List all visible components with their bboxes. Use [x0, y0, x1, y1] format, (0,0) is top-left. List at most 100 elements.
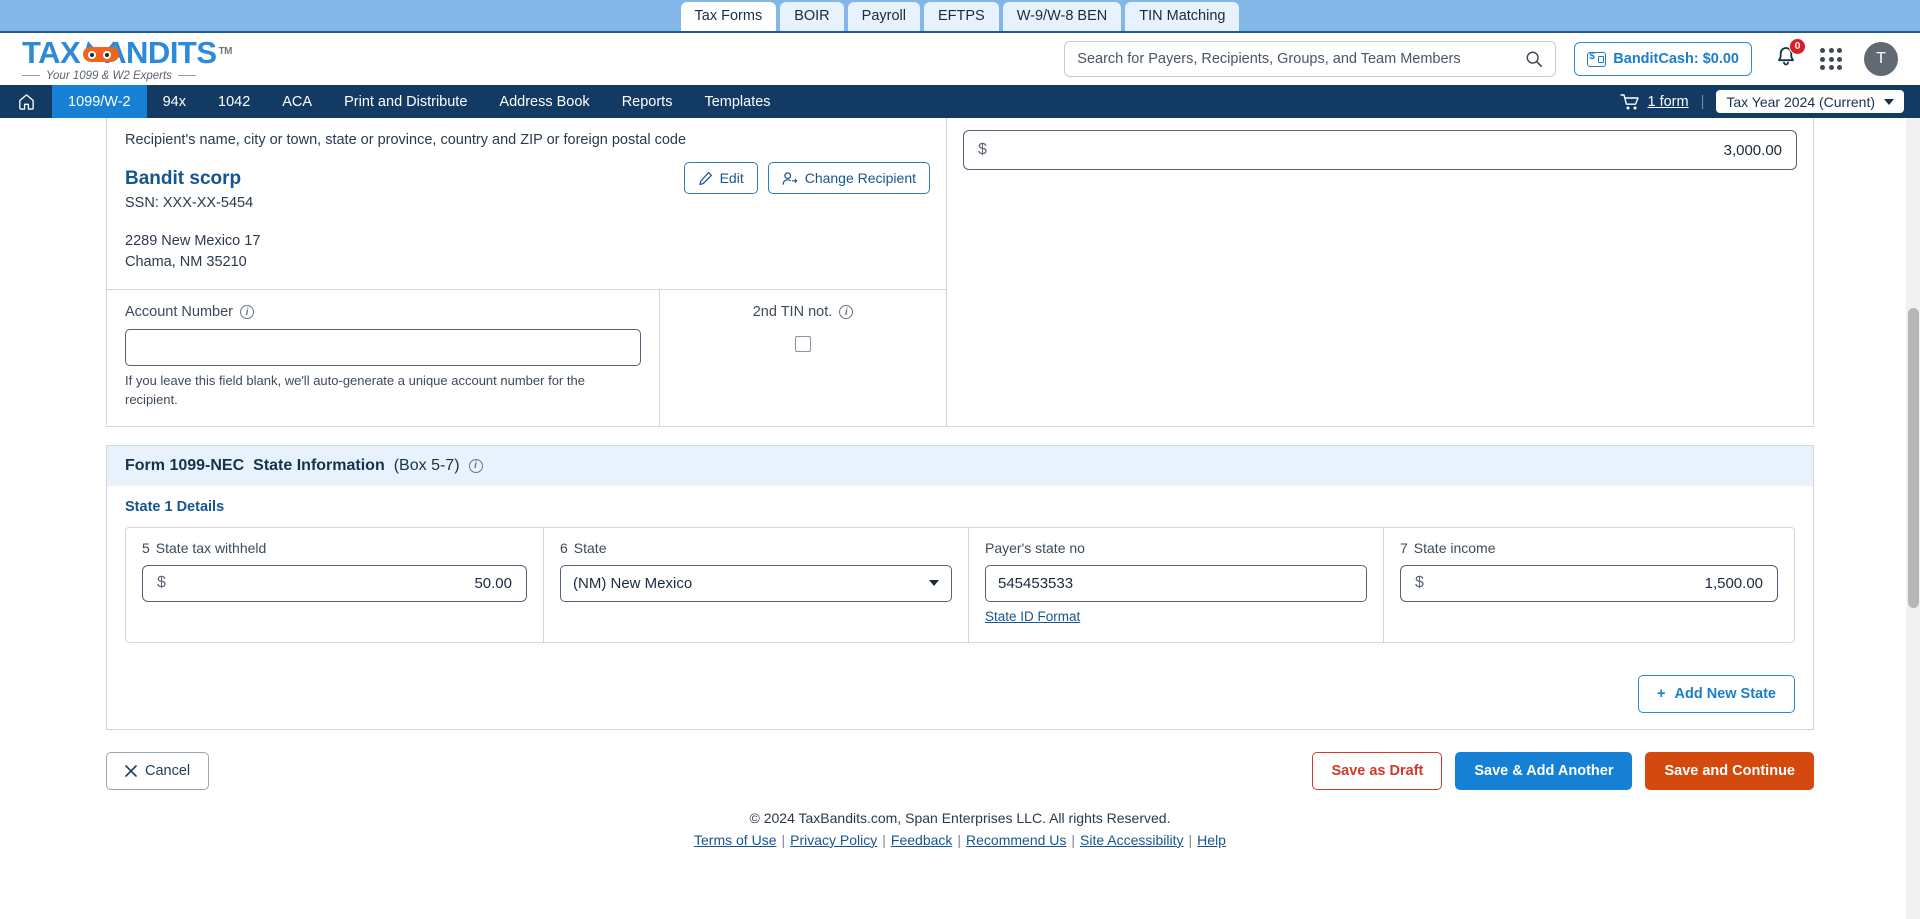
second-tin-cell: 2nd TIN not. i	[660, 290, 946, 426]
second-tin-label: 2nd TIN not.	[752, 304, 833, 321]
notifications-button[interactable]: 0	[1774, 37, 1806, 74]
nav-item-1042[interactable]: 1042	[202, 85, 266, 118]
search-input[interactable]	[1077, 51, 1526, 67]
avatar[interactable]: T	[1864, 42, 1898, 76]
state-tax-withheld-input-wrap[interactable]: $	[142, 564, 527, 602]
nav-item-reports[interactable]: Reports	[606, 85, 689, 118]
taxbandits-logo[interactable]: TAX ANDITS TM Your 1099 & W2 Experts	[22, 34, 233, 82]
state-header-box: (Box 5-7)	[393, 456, 460, 474]
apps-grid-icon[interactable]	[1820, 48, 1842, 70]
recipient-ssn: SSN: XXX-XX-5454	[125, 195, 254, 211]
page-footer: © 2024 TaxBandits.com, Span Enterprises …	[106, 790, 1814, 858]
state-income-input[interactable]	[1423, 574, 1763, 592]
nav-item-print-and-distribute[interactable]: Print and Distribute	[328, 85, 483, 118]
form-content: Recipient's name, city or town, state or…	[0, 118, 1920, 858]
cart-icon[interactable]	[1620, 93, 1640, 111]
state-header-form: Form 1099-NEC	[125, 456, 245, 474]
add-new-state-button[interactable]: + Add New State	[1638, 674, 1795, 713]
form-action-bar: Cancel Save as Draft Save & Add Another …	[106, 730, 1814, 790]
product-tab-eftps[interactable]: EFTPS	[923, 1, 999, 31]
logo-text-tax: TAX	[22, 34, 81, 70]
second-tin-checkbox[interactable]	[795, 336, 811, 353]
footer-link-terms-of-use[interactable]: Terms of Use	[694, 832, 776, 848]
product-tab-tax-forms[interactable]: Tax Forms	[680, 1, 777, 31]
payer-state-no-cell: Payer's state no State ID Format	[969, 527, 1384, 642]
state-tax-withheld-text: State tax withheld	[155, 539, 267, 556]
product-tab-strip: Tax Forms BOIR Payroll EFTPS W-9/W-8 BEN…	[0, 0, 1920, 33]
state-details-row: 5 State tax withheld $ 6 State (NM) New Me…	[125, 526, 1795, 643]
cancel-button[interactable]: Cancel	[106, 751, 210, 790]
save-and-continue-button[interactable]: Save and Continue	[1645, 751, 1814, 790]
account-number-input[interactable]	[125, 329, 641, 367]
product-tab-w9-w8ben[interactable]: W-9/W-8 BEN	[1002, 1, 1122, 31]
payer-state-no-input[interactable]	[985, 564, 1367, 602]
recipient-actions: Edit Change Recipient	[683, 162, 930, 194]
state-information-header: Form 1099-NEC State Information (Box 5-7…	[107, 445, 1813, 486]
nav-item-address-book[interactable]: Address Book	[483, 85, 605, 118]
chevron-down-icon	[1884, 98, 1894, 105]
state-income-cell: 7 State income $	[1384, 528, 1794, 642]
nonemployee-amount-input[interactable]	[986, 141, 1782, 159]
tax-year-select[interactable]: Tax Year 2024 (Current)	[1716, 90, 1904, 113]
nav-item-94x[interactable]: 94x	[147, 85, 202, 118]
logo-tagline-text: Your 1099 & W2 Experts	[46, 69, 172, 82]
add-new-state-row: + Add New State	[107, 661, 1813, 729]
state-tax-withheld-input[interactable]	[165, 574, 512, 592]
product-tab-payroll[interactable]: Payroll	[847, 1, 920, 31]
state-1-details-title: State 1 Details	[125, 498, 225, 515]
search-icon[interactable]	[1525, 50, 1543, 68]
account-number-label-row: Account Number i	[125, 304, 641, 320]
save-and-add-another-button[interactable]: Save & Add Another	[1455, 751, 1633, 790]
footer-link-feedback[interactable]: Feedback	[891, 832, 952, 848]
save-as-draft-button[interactable]: Save as Draft	[1312, 751, 1443, 790]
account-number-hint: If you leave this field blank, we'll aut…	[125, 373, 585, 407]
footer-separator: |	[1071, 831, 1076, 848]
state-income-input-wrap[interactable]: $	[1400, 564, 1778, 602]
account-tin-row: Account Number i If you leave this field…	[107, 290, 946, 426]
recipient-address: 2289 New Mexico 17 Chama, NM 35210	[125, 231, 928, 273]
user-switch-icon	[782, 171, 797, 185]
chevron-down-icon	[929, 580, 939, 587]
recipient-caption: Recipient's name, city or town, state or…	[125, 132, 687, 148]
edit-recipient-label: Edit	[719, 170, 744, 186]
info-icon[interactable]: i	[839, 305, 854, 320]
scrollbar-thumb[interactable]	[1908, 308, 1919, 608]
product-tab-tin-matching[interactable]: TIN Matching	[1125, 1, 1240, 31]
nav-home[interactable]	[0, 85, 52, 118]
state-text: State	[573, 539, 607, 556]
state-select[interactable]: (NM) New Mexico	[560, 564, 952, 602]
second-tin-label-row: 2nd TIN not. i	[678, 304, 928, 320]
footer-link-help[interactable]: Help	[1197, 832, 1226, 848]
home-icon[interactable]	[17, 92, 36, 111]
plus-icon: +	[1657, 685, 1666, 702]
footer-link-recommend-us[interactable]: Recommend Us	[966, 832, 1066, 848]
state-information-panel: Form 1099-NEC State Information (Box 5-7…	[106, 444, 1814, 730]
main-navbar: 1099/W-2 94x 1042 ACA Print and Distribu…	[0, 85, 1920, 118]
info-icon[interactable]: i	[468, 458, 483, 473]
nav-item-templates[interactable]: Templates	[688, 85, 786, 118]
cart-link[interactable]: 1 form	[1620, 93, 1689, 111]
notification-badge: 0	[1789, 37, 1806, 55]
state-header-title: State Information	[253, 456, 385, 474]
nav-item-1099-w2[interactable]: 1099/W-2	[52, 85, 147, 118]
product-tab-boir[interactable]: BOIR	[780, 1, 844, 31]
tax-year-label: Tax Year 2024 (Current)	[1726, 93, 1875, 110]
page-scrollbar[interactable]	[1906, 118, 1920, 919]
page-body: Recipient's name, city or town, state or…	[0, 118, 1920, 919]
global-search[interactable]	[1064, 41, 1557, 77]
pencil-icon	[698, 171, 712, 185]
footer-link-privacy-policy[interactable]: Privacy Policy	[790, 832, 877, 848]
change-recipient-button[interactable]: Change Recipient	[767, 162, 930, 194]
state-number: 6	[560, 539, 568, 556]
nonemployee-amount-input-wrap[interactable]: $	[963, 130, 1797, 170]
info-icon[interactable]: i	[240, 305, 254, 320]
nav-item-aca[interactable]: ACA	[266, 85, 328, 118]
state-id-format-link[interactable]: State ID Format	[985, 609, 1080, 624]
state-tax-withheld-label: 5 State tax withheld	[142, 540, 527, 556]
footer-link-site-accessibility[interactable]: Site Accessibility	[1080, 832, 1183, 848]
account-number-cell: Account Number i If you leave this field…	[107, 290, 660, 426]
account-number-label: Account Number	[125, 304, 233, 321]
dollar-sign-icon: $	[978, 141, 987, 158]
edit-recipient-button[interactable]: Edit	[683, 162, 758, 194]
bandit-cash-button[interactable]: BanditCash: $0.00	[1574, 42, 1752, 76]
